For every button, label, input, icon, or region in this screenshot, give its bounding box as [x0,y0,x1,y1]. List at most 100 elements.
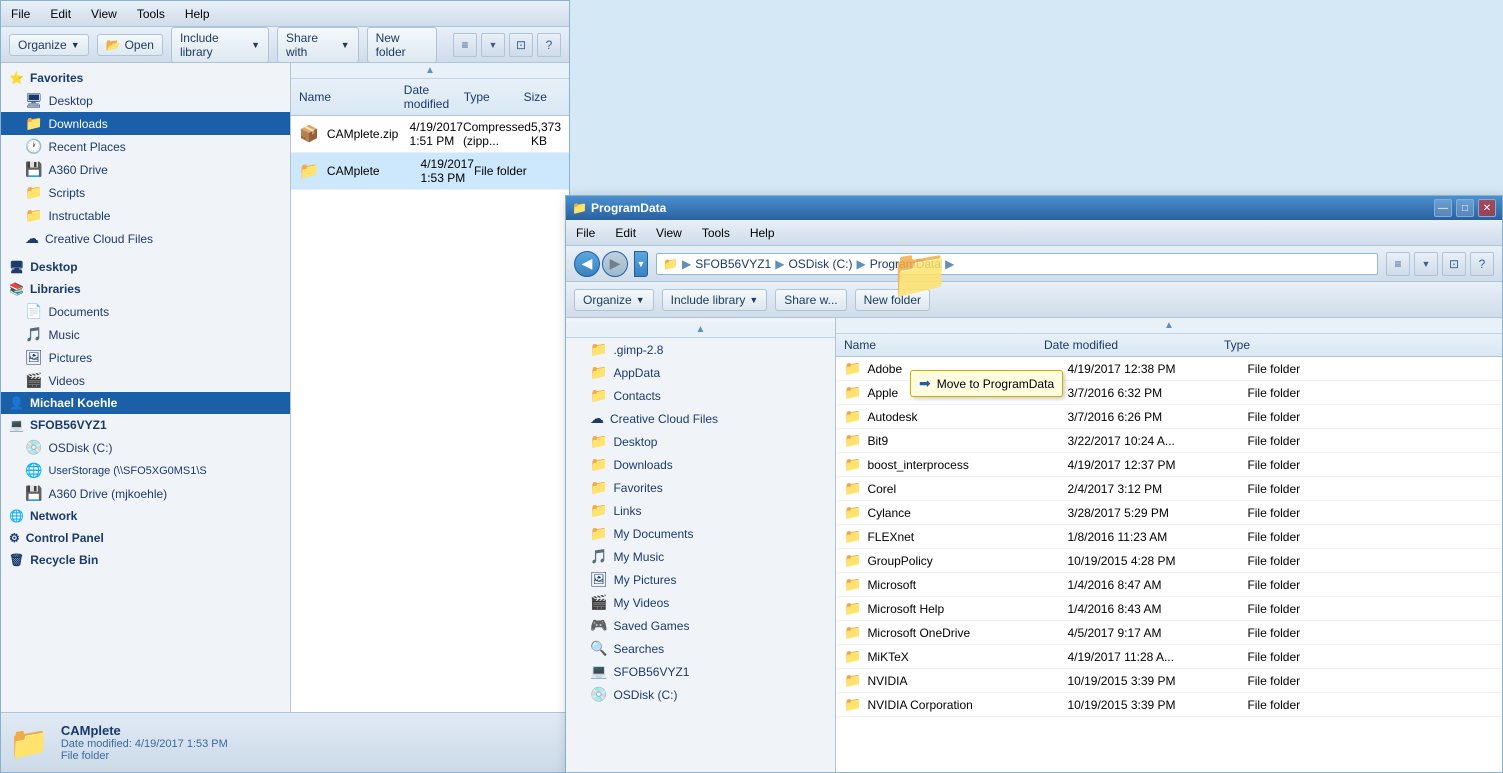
menu-edit[interactable]: Edit [46,5,75,23]
sidebar-item-scripts[interactable]: 📁 Scripts [1,181,290,204]
second-file-row-10[interactable]: 📁Microsoft Help1/4/2016 8:43 AMFile fold… [836,597,1502,621]
sidebar-section-control-panel[interactable]: ⚙ Control Panel [1,527,290,549]
second-sidebar-item-9[interactable]: 🎵My Music [566,545,835,568]
file-name-6: Cylance [867,506,1067,520]
sidebar-item-recent-places[interactable]: 🕐 Recent Places [1,135,290,158]
second-file-row-11[interactable]: 📁Microsoft OneDrive4/5/2017 9:17 AMFile … [836,621,1502,645]
file-row-camplete-zip[interactable]: 📦 CAMplete.zip 4/19/2017 1:51 PM Compres… [291,116,569,153]
sidebar-section-favorites[interactable]: ⭐ Favorites [1,67,290,89]
include-library-button[interactable]: Include library ▼ [171,27,269,63]
second-view-details[interactable]: ≡ [1386,252,1410,276]
second-menu-file[interactable]: File [572,224,599,242]
second-sidebar-item-12[interactable]: 🎮Saved Games [566,614,835,637]
second-sidebar-item-10[interactable]: 🖼My Pictures [566,568,835,591]
libraries-icon: 📚 [9,282,24,296]
sidebar-section-recycle[interactable]: 🗑 Recycle Bin [1,549,290,571]
second-include-library-button[interactable]: Include library ▼ [662,289,768,311]
sidebar-item-userstorage[interactable]: 🌐 UserStorage (\\SFO5XG0MS1\S [1,459,290,482]
sidebar-item-desktop[interactable]: 🖥 Desktop [1,89,290,112]
second-menu-help[interactable]: Help [746,224,779,242]
sidebar-item-instructable[interactable]: 📁 Instructable [1,204,290,227]
second-view-large[interactable]: ⊡ [1442,252,1466,276]
sidebar-item-a360-drive[interactable]: 💾 A360 Drive [1,158,290,181]
sidebar-section-sfob[interactable]: 💻 SFOB56VYZ1 [1,414,290,436]
sidebar-item-a360-drive2[interactable]: 💾 A360 Drive (mjkoehle) [1,482,290,505]
view-details-button[interactable]: ≡ [453,33,477,57]
second-file-row-7[interactable]: 📁FLEXnet1/8/2016 11:23 AMFile folder [836,525,1502,549]
second-sidebar-item-3[interactable]: ☁Creative Cloud Files [566,407,835,430]
sidebar-item-icon-8: 📁 [590,525,607,542]
second-file-row-8[interactable]: 📁GroupPolicy10/19/2015 4:28 PMFile folde… [836,549,1502,573]
second-sidebar-item-0[interactable]: 📁.gimp-2.8 [566,338,835,361]
sidebar-section-michael[interactable]: 👤 Michael Koehle [1,392,290,414]
second-file-row-9[interactable]: 📁Microsoft1/4/2016 8:47 AMFile folder [836,573,1502,597]
second-file-scroll-up[interactable]: ▲ [836,318,1502,334]
close-button[interactable]: ✕ [1478,199,1496,217]
status-date-label: Date modified: [61,738,132,750]
sidebar-item-pictures[interactable]: 🖼 Pictures [1,346,290,369]
second-file-row-3[interactable]: 📁Bit93/22/2017 10:24 A...File folder [836,429,1502,453]
main-window: File Edit View Tools Help Organize ▼ 📂 O… [0,0,570,773]
second-organize-button[interactable]: Organize ▼ [574,289,654,311]
second-sidebar-item-4[interactable]: 📁Desktop [566,430,835,453]
second-view-drop[interactable]: ▼ [1414,252,1438,276]
breadcrumb-bar[interactable]: 📁 ▶ SFOB56VYZ1 ▶ OSDisk (C:) ▶ ProgramDa… [656,253,1378,275]
sidebar-item-videos[interactable]: 🎬 Videos [1,369,290,392]
second-sidebar-item-5[interactable]: 📁Downloads [566,453,835,476]
view-dropdown-button[interactable]: ▼ [481,33,505,57]
second-sidebar-item-14[interactable]: 💻SFOB56VYZ1 [566,660,835,683]
menu-help[interactable]: Help [181,5,214,23]
menu-tools[interactable]: Tools [133,5,169,23]
share-with-button[interactable]: Share with ▼ [277,27,359,63]
second-menu-edit[interactable]: Edit [611,224,640,242]
sidebar-item-icon-11: 🎬 [590,594,607,611]
organize-button[interactable]: Organize ▼ [9,34,89,56]
sidebar-item-downloads[interactable]: 📁 Downloads [1,112,290,135]
menu-view[interactable]: View [87,5,121,23]
menu-file[interactable]: File [7,5,34,23]
minimize-button[interactable]: — [1434,199,1452,217]
sidebar-section-desktop[interactable]: 🖥 Desktop [1,256,290,278]
second-file-row-4[interactable]: 📁boost_interprocess4/19/2017 12:37 PMFil… [836,453,1502,477]
second-menu-tools[interactable]: Tools [698,224,734,242]
help-button[interactable]: ? [537,33,561,57]
second-file-row-13[interactable]: 📁NVIDIA10/19/2015 3:39 PMFile folder [836,669,1502,693]
a360-icon: 💾 [25,161,42,178]
open-button[interactable]: 📂 Open [97,34,163,56]
second-file-row-6[interactable]: 📁Cylance3/28/2017 5:29 PMFile folder [836,501,1502,525]
new-folder-button[interactable]: New folder [367,27,437,63]
second-menu-view[interactable]: View [652,224,686,242]
second-help[interactable]: ? [1470,252,1494,276]
second-file-row-5[interactable]: 📁Corel2/4/2017 3:12 PMFile folder [836,477,1502,501]
second-sidebar-item-11[interactable]: 🎬My Videos [566,591,835,614]
maximize-button[interactable]: □ [1456,199,1474,217]
file-row-camplete[interactable]: 📁 CAMplete 4/19/2017 1:53 PM File folder [291,153,569,190]
second-sidebar-item-1[interactable]: 📁AppData [566,361,835,384]
second-sidebar-item-13[interactable]: 🔍Searches [566,637,835,660]
second-scroll-up[interactable]: ▲ [566,322,835,338]
sidebar-item-creative-cloud[interactable]: ☁ Creative Cloud Files [1,227,290,250]
second-file-rows: 📁Adobe4/19/2017 12:38 PMFile folder📁Appl… [836,357,1502,717]
view-large-button[interactable]: ⊡ [509,33,533,57]
second-file-row-2[interactable]: 📁Autodesk3/7/2016 6:26 PMFile folder [836,405,1502,429]
second-sidebar-item-15[interactable]: 💿OSDisk (C:) [566,683,835,706]
back-button[interactable]: ◀ [574,251,600,277]
nav-dropdown-button[interactable]: ▼ [634,251,648,277]
second-sidebar-item-8[interactable]: 📁My Documents [566,522,835,545]
sidebar-item-documents[interactable]: 📄 Documents [1,300,290,323]
breadcrumb-part-0[interactable]: SFOB56VYZ1 [695,257,771,271]
second-file-row-14[interactable]: 📁NVIDIA Corporation10/19/2015 3:39 PMFil… [836,693,1502,717]
sidebar-item-music[interactable]: 🎵 Music [1,323,290,346]
scroll-up-indicator[interactable]: ▲ [291,63,569,79]
breadcrumb-part-1[interactable]: OSDisk (C:) [788,257,852,271]
second-sidebar-item-7[interactable]: 📁Links [566,499,835,522]
sfob-label: SFOB56VYZ1 [30,418,107,432]
second-file-row-12[interactable]: 📁MiKTeX4/19/2017 11:28 A...File folder [836,645,1502,669]
second-share-button[interactable]: Share w... [775,289,846,311]
sidebar-section-libraries[interactable]: 📚 Libraries [1,278,290,300]
sidebar-item-osdisk[interactable]: 💿 OSDisk (C:) [1,436,290,459]
sidebar-section-network[interactable]: 🌐 Network [1,505,290,527]
second-sidebar-item-2[interactable]: 📁Contacts [566,384,835,407]
second-sidebar-item-6[interactable]: 📁Favorites [566,476,835,499]
forward-button[interactable]: ▶ [602,251,628,277]
